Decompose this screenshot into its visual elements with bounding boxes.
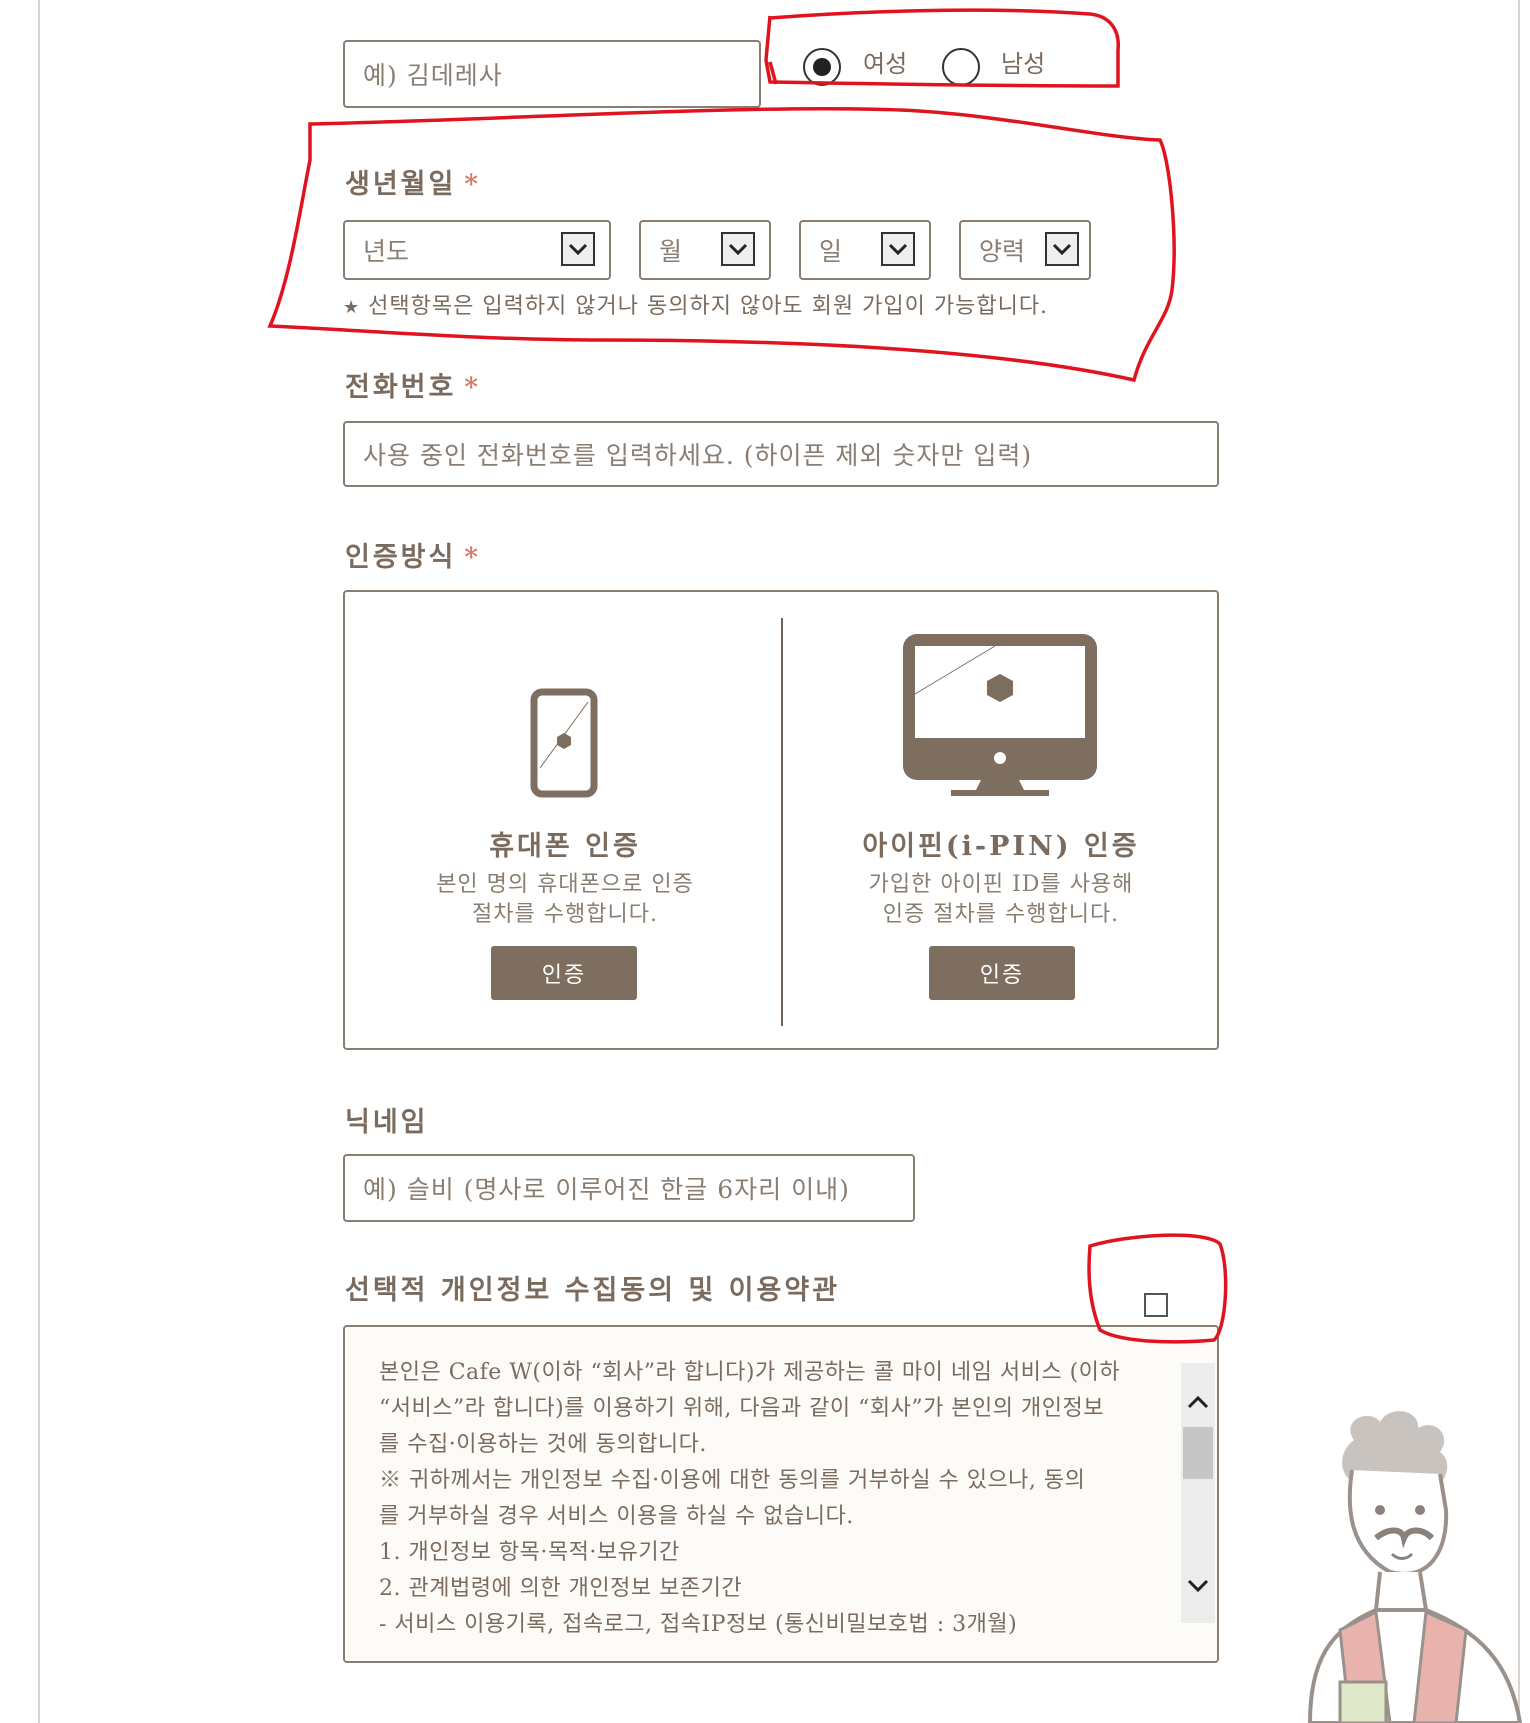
red-annotation-marks (267, 8, 1228, 1344)
